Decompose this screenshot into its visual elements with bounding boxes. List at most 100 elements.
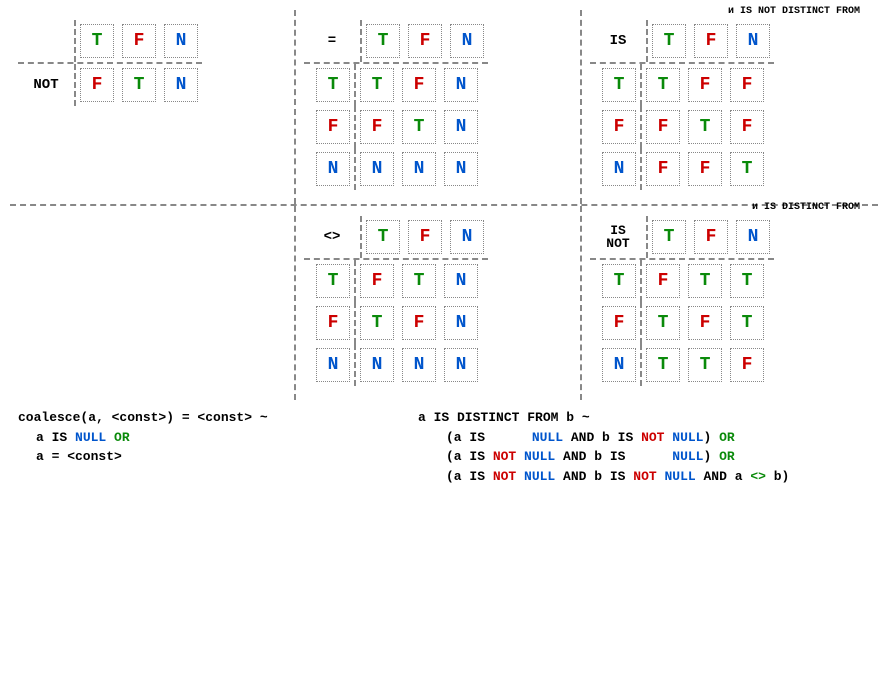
divider-v [354, 260, 356, 302]
divider-v [354, 344, 356, 386]
kw-not: NOT [633, 469, 656, 484]
divider-v [74, 20, 76, 62]
op-not: NOT [22, 68, 70, 102]
cell-header: F [408, 220, 442, 254]
cell-rowhdr: N [602, 348, 636, 382]
txt: ) [704, 430, 720, 445]
note-distinct: a IS DISTINCT FROM b ~ (a IS NULL AND b … [418, 408, 789, 486]
kw-null: NULL [75, 430, 106, 445]
note-distinct-l3: (a IS NOT NULL AND b IS NOT NULL AND a <… [418, 467, 789, 487]
cell: T [646, 348, 680, 382]
cell: N [444, 348, 478, 382]
divider-v [640, 64, 642, 106]
top-row: T F N NOT F T N = [10, 10, 878, 204]
cell-rowhdr: T [316, 264, 350, 298]
txt: AND a [696, 469, 751, 484]
txt: a IS [36, 430, 75, 445]
table-row: F F T N [304, 106, 488, 148]
op-is: IS [594, 24, 642, 58]
cell: T [688, 110, 722, 144]
txt [516, 469, 524, 484]
cell: N [444, 264, 478, 298]
cell: N [444, 152, 478, 186]
cell: N [402, 152, 436, 186]
divider-v [640, 106, 642, 148]
table-row: T F N [18, 20, 202, 62]
panel-neq: <> T F N T F T N F T F [296, 206, 580, 400]
cell: T [688, 264, 722, 298]
cell: N [444, 110, 478, 144]
cell: T [402, 264, 436, 298]
op-isnot-l2: NOT [606, 237, 629, 250]
cell: F [402, 68, 436, 102]
cell: T [360, 68, 394, 102]
kw-not: NOT [493, 469, 516, 484]
kw-null: NULL [524, 469, 555, 484]
table-eq: = T F N T T F N F F T [304, 20, 488, 190]
kw-or: OR [114, 430, 130, 445]
caption-isnot: и IS DISTINCT FROM [752, 202, 860, 213]
note-coalesce-hdr: coalesce(a, <const>) = <const> ~ [18, 408, 418, 428]
txt [493, 430, 532, 445]
cell: F [730, 68, 764, 102]
kw-ne: <> [750, 469, 766, 484]
table-isnot: IS NOT T F N T F T T F [590, 216, 774, 386]
divider-v [74, 64, 76, 106]
kw-not: NOT [493, 449, 516, 464]
table-row: NOT F T N [18, 64, 202, 106]
txt [106, 430, 114, 445]
cell-header: N [164, 24, 198, 58]
kw-null: NULL [532, 430, 563, 445]
note-coalesce-l1: a IS NULL OR [18, 428, 418, 448]
cell: F [360, 264, 394, 298]
table-neq: <> T F N T F T N F T F [304, 216, 488, 386]
cell: N [402, 348, 436, 382]
divider-v [640, 148, 642, 190]
txt: ) [704, 449, 720, 464]
table-row: F T F T [590, 302, 774, 344]
cell-header: N [736, 24, 770, 58]
txt: AND b IS [555, 449, 633, 464]
op-isnot: IS NOT [594, 220, 642, 254]
kw-or: OR [719, 430, 735, 445]
cell-header: F [408, 24, 442, 58]
txt [516, 449, 524, 464]
table-row: IS NOT T F N [590, 216, 774, 258]
cell: F [402, 306, 436, 340]
op-neq: <> [308, 220, 356, 254]
cell: T [646, 68, 680, 102]
cell: N [164, 68, 198, 102]
cell: N [444, 68, 478, 102]
cell: T [730, 306, 764, 340]
kw-null: NULL [524, 449, 555, 464]
bottom-row: <> T F N T F T N F T F [10, 206, 878, 400]
kw-null: NULL [664, 469, 695, 484]
table-row: <> T F N [304, 216, 488, 258]
table-not: T F N NOT F T N [18, 20, 202, 106]
note-distinct-l2: (a IS NOT NULL AND b IS NULL) OR [418, 447, 789, 467]
cell: F [730, 348, 764, 382]
cell: F [360, 110, 394, 144]
cell-header: N [450, 220, 484, 254]
table-row: N N N N [304, 344, 488, 386]
note-distinct-hdr: a IS DISTINCT FROM b ~ [418, 408, 789, 428]
cell-header: F [122, 24, 156, 58]
cell-header: F [694, 24, 728, 58]
cell: N [360, 152, 394, 186]
cell-rowhdr: N [316, 348, 350, 382]
cell-rowhdr: F [602, 110, 636, 144]
txt: b) [766, 469, 789, 484]
kw-not: NOT [641, 430, 664, 445]
table-row: N N N N [304, 148, 488, 190]
divider-v [354, 64, 356, 106]
txt [633, 449, 672, 464]
panel-eq: = T F N T T F N F F T [296, 10, 580, 204]
cell: F [80, 68, 114, 102]
kw-null: NULL [672, 449, 703, 464]
cell: F [646, 152, 680, 186]
caption-is: и IS NOT DISTINCT FROM [728, 6, 860, 17]
cell-header: T [652, 220, 686, 254]
divider-v [640, 302, 642, 344]
cell: T [646, 306, 680, 340]
cell-header: N [736, 220, 770, 254]
